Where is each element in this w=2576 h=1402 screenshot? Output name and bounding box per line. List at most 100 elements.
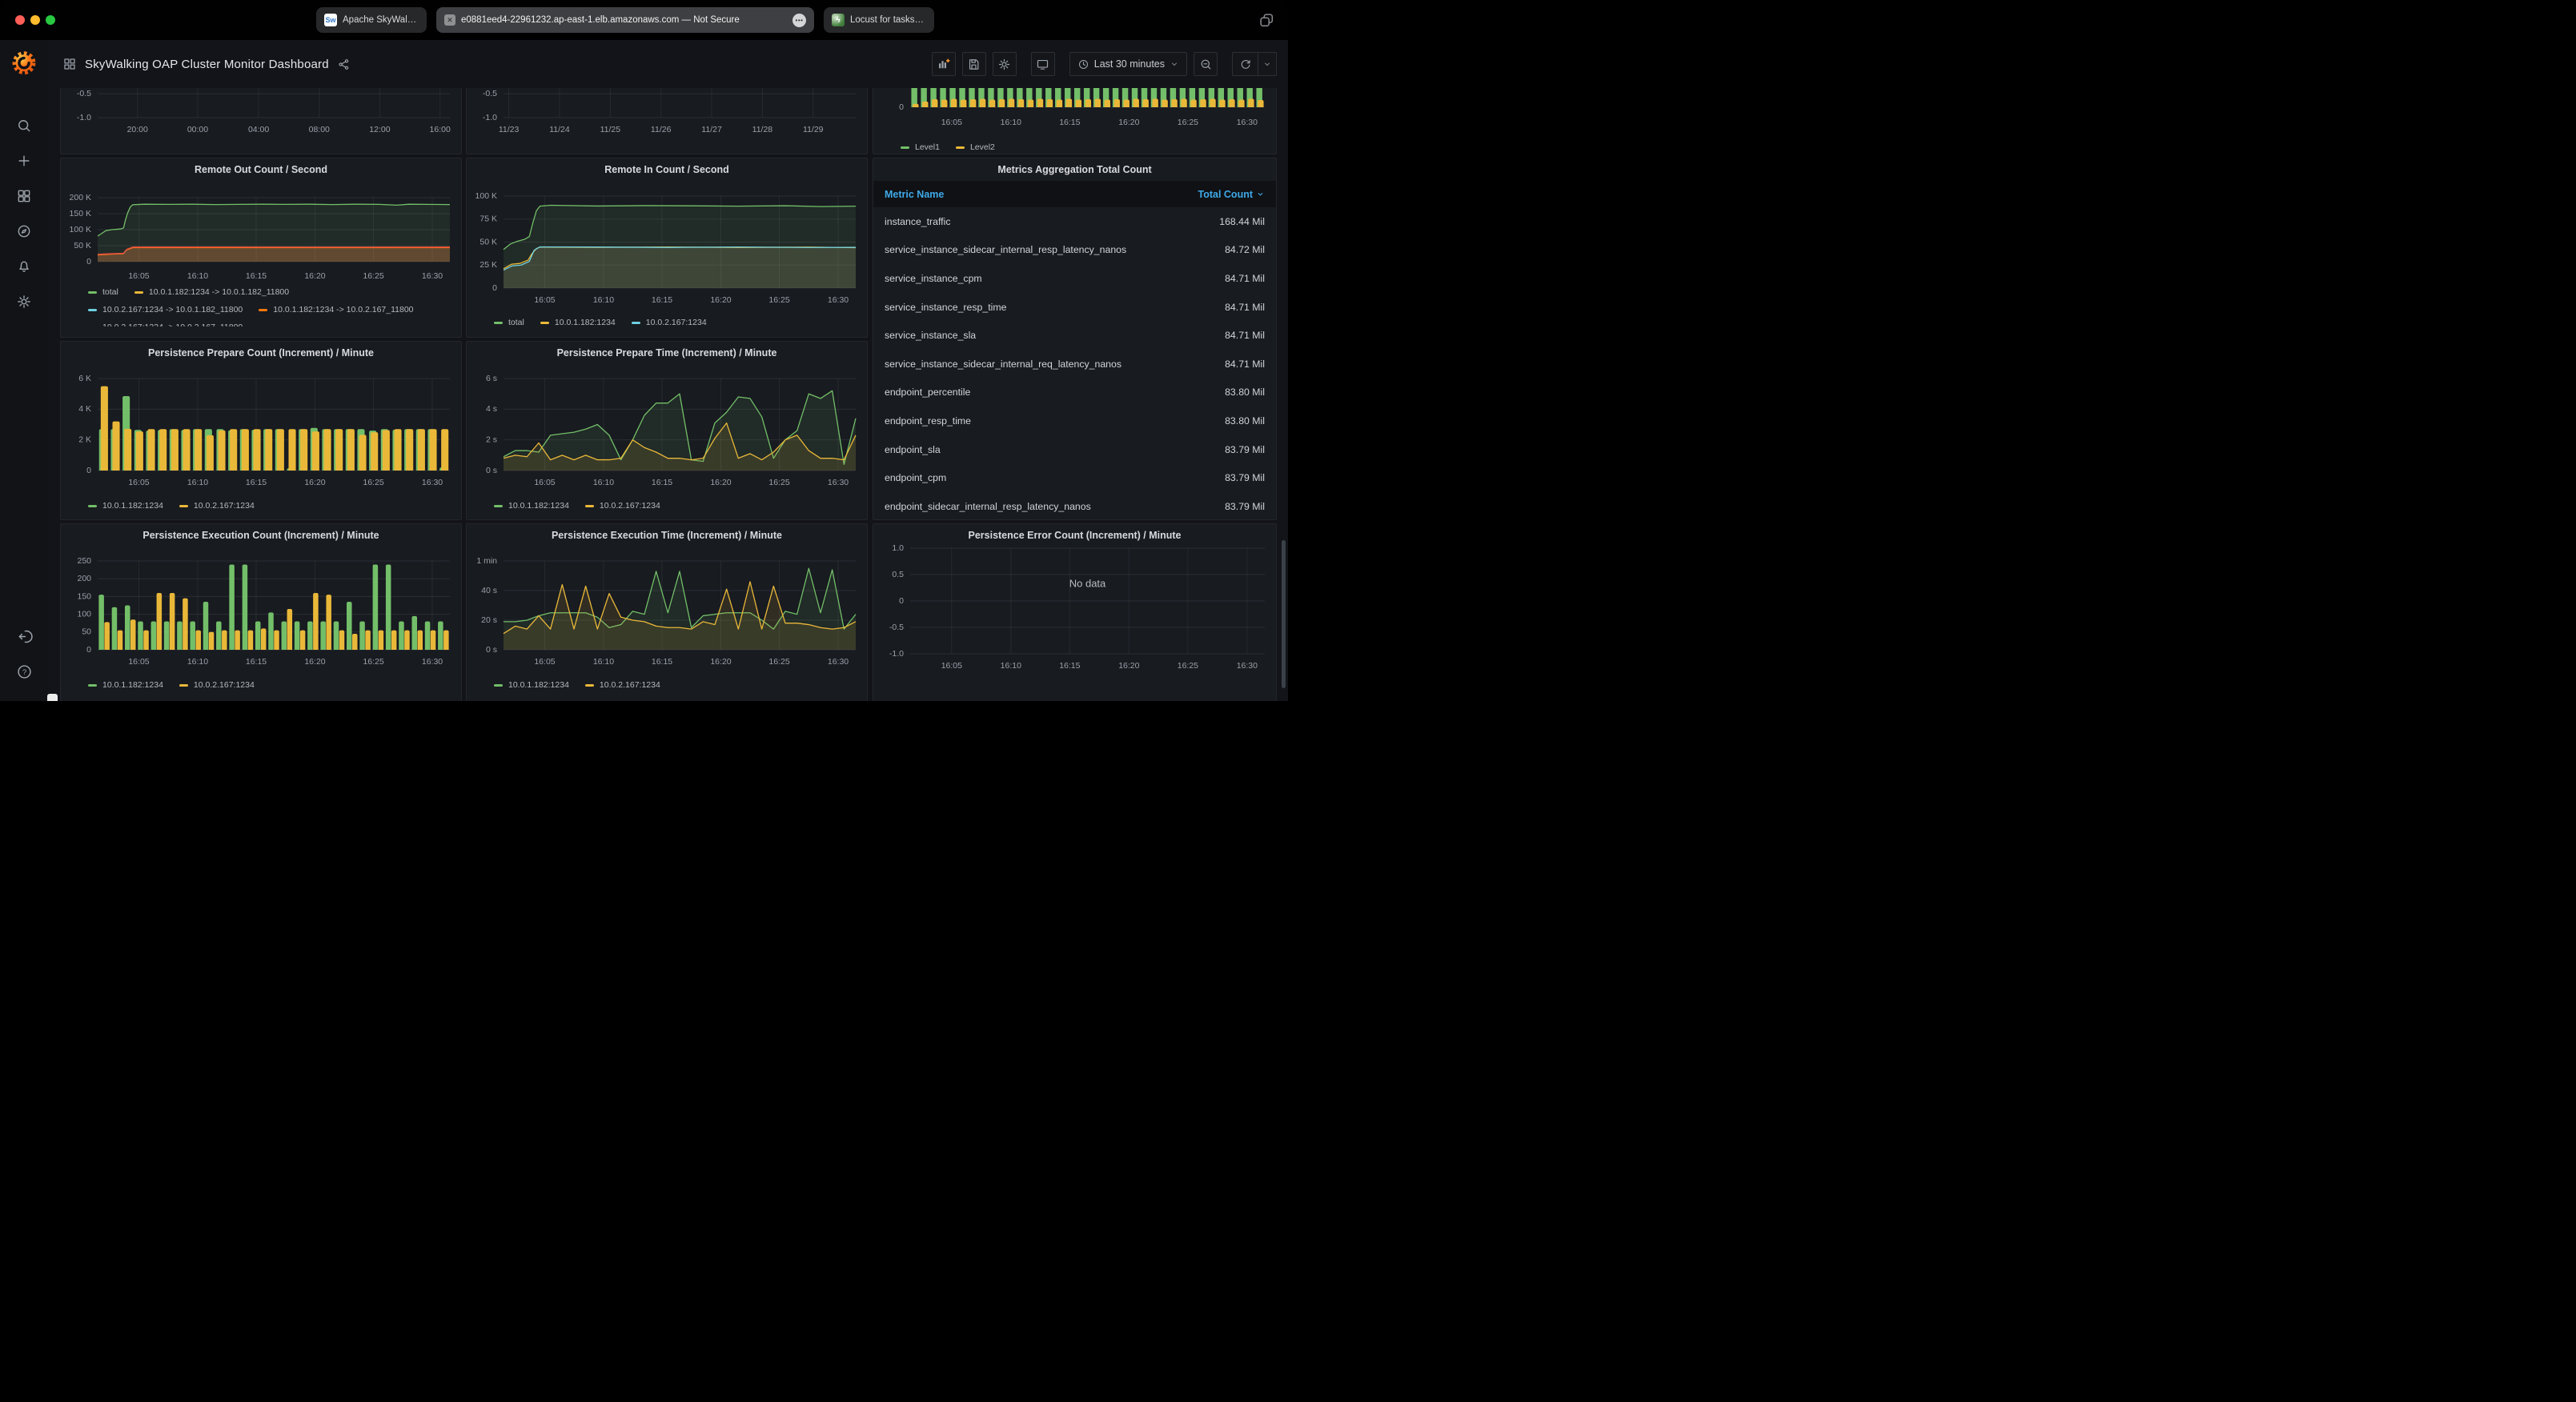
timeseries-chart[interactable] [467,342,867,519]
tab-label: Apache SkyWalki… [343,15,419,25]
chevron-down-icon [1170,59,1179,69]
dashboard-header: SkyWalking OAP Cluster Monitor Dashboard [48,40,1288,88]
zoom-out-button[interactable] [1194,52,1218,76]
cycle-view-tv-button[interactable] [1031,52,1055,76]
legend-swatch [540,322,549,324]
create-plus-icon[interactable] [10,149,38,173]
timeseries-chart[interactable] [467,88,867,154]
table-row: endpoint_percentile83.80 Mil [873,379,1276,407]
legend-item[interactable]: 10.0.1.182:1234 [88,501,163,511]
browser-window: Sw Apache SkyWalki… ✕ e0881eed4-22961232… [0,0,1288,701]
legend-swatch [585,505,594,507]
table-row: service_instance_sla84.71 Mil [873,321,1276,350]
legend-item[interactable]: 10.0.1.182:1234 [494,680,569,690]
refresh-button[interactable] [1232,52,1258,76]
help-icon[interactable]: ? [10,659,38,683]
tab-locust[interactable]: ϟ Locust for tasks.py [824,7,934,33]
timeseries-chart[interactable] [467,524,867,701]
chart-legend: 10.0.1.182:1234 10.0.2.167:1234 [494,676,861,694]
sort-chevron-icon [1256,190,1265,198]
table-row: endpoint_sla83.79 Mil [873,435,1276,464]
minimize-window-button[interactable] [30,15,40,25]
window-controls [15,15,55,25]
table-row: service_instance_sidecar_internal_req_la… [873,350,1276,379]
table-row: endpoint_resp_time83.80 Mil [873,407,1276,435]
legend-swatch [88,291,97,294]
share-icon[interactable] [337,58,351,71]
table-row: service_instance_resp_time84.71 Mil [873,293,1276,322]
legend-swatch [259,309,267,311]
legend-item[interactable]: Level1 [901,142,940,152]
timeseries-chart[interactable] [873,524,1276,701]
dashboard-grid: Level1Level2 Remote Out Count / Second t… [48,88,1288,701]
vertical-scrollbar[interactable] [1282,540,1286,688]
legend-item[interactable]: 10.0.1.182:1234 -> 10.0.2.167_11800 [259,305,413,314]
legend-item[interactable]: 10.0.1.182:1234 -> 10.0.1.182_11800 [134,287,289,297]
legend-swatch [179,505,188,507]
legend-item[interactable]: 10.0.2.167:1234 -> 10.0.1.182_11800 [88,305,243,314]
panel-persistence-execution-count: Persistence Execution Count (Increment) … [60,523,462,701]
time-range-label: Last 30 minutes [1094,58,1165,70]
panel-top-left [60,88,462,154]
dashboard-settings-button[interactable] [993,52,1017,76]
legend-item[interactable]: 10.0.2.167:1234 -> 10.0.2.167_11800 [88,322,243,326]
save-dashboard-button[interactable] [962,52,986,76]
refresh-interval-dropdown[interactable] [1258,52,1277,76]
legend-swatch [494,322,503,324]
legend-swatch [88,684,97,687]
tab-more-icon[interactable]: ••• [792,14,806,27]
bar-chart[interactable] [61,524,461,701]
status-popup [47,694,58,701]
grafana-sidebar: ? [0,40,48,701]
tab-overview-icon[interactable] [1258,11,1275,33]
legend-item[interactable]: 10.0.1.182:1234 [494,501,569,511]
legend-item[interactable]: 10.0.2.167:1234 [585,680,660,690]
legend-item[interactable]: 10.0.2.167:1234 [585,501,660,511]
alerting-bell-icon[interactable] [10,254,38,278]
legend-item[interactable]: 10.0.2.167:1234 [632,318,707,327]
browser-chrome: Sw Apache SkyWalki… ✕ e0881eed4-22961232… [0,0,1288,40]
legend-item[interactable]: 10.0.1.182:1234 [540,318,616,327]
column-header-total-count[interactable]: Total Count [1198,189,1266,200]
legend-item[interactable]: Level2 [956,142,995,152]
sign-out-icon[interactable] [10,624,38,648]
legend-swatch [632,322,640,324]
legend-swatch [494,505,503,507]
legend-item[interactable]: 10.0.2.167:1234 [179,680,255,690]
search-icon[interactable] [10,114,38,138]
legend-swatch [494,684,503,687]
legend-item[interactable]: 10.0.2.167:1234 [179,501,255,511]
table-row: endpoint_sidecar_internal_resp_latency_n… [873,492,1276,520]
panel-persistence-prepare-count: Persistence Prepare Count (Increment) / … [60,341,462,520]
column-header-metric-name[interactable]: Metric Name [885,189,944,200]
tab-label: Locust for tasks.py [850,15,926,25]
legend-swatch [134,291,143,294]
grafana-logo[interactable] [10,49,38,80]
legend-swatch [88,309,97,311]
dashboards-icon[interactable] [10,184,38,208]
svg-text:?: ? [22,667,26,676]
timeseries-chart[interactable] [467,158,867,337]
configuration-gear-icon[interactable] [10,290,38,314]
chart-legend: 10.0.1.182:1234 10.0.2.167:1234 [88,676,455,694]
explore-compass-icon[interactable] [10,219,38,243]
legend-swatch [585,684,594,687]
add-panel-button[interactable] [932,52,956,76]
table-row: instance_traffic168.44 Mil [873,207,1276,236]
tab-skywalking[interactable]: Sw Apache SkyWalki… [316,7,427,33]
timeseries-chart[interactable] [61,88,461,154]
panel-persistence-prepare-time: Persistence Prepare Time (Increment) / M… [466,341,868,520]
time-range-picker[interactable]: Last 30 minutes [1069,52,1187,76]
refresh-controls [1232,52,1277,76]
zoom-window-button[interactable] [46,15,55,25]
legend-item[interactable]: total [88,287,118,297]
legend-item[interactable]: 10.0.1.182:1234 [88,680,163,690]
tab-close-icon[interactable]: ✕ [444,14,455,26]
bar-chart[interactable] [61,342,461,519]
tab-grafana-active[interactable]: ✕ e0881eed4-22961232.ap-east-1.elb.amazo… [436,7,814,33]
panel-title[interactable]: Metrics Aggregation Total Count [873,164,1276,175]
close-window-button[interactable] [15,15,25,25]
dashboard-grid-icon [62,57,77,71]
legend-item[interactable]: total [494,318,524,327]
table-header: Metric Name Total Count [873,181,1276,207]
